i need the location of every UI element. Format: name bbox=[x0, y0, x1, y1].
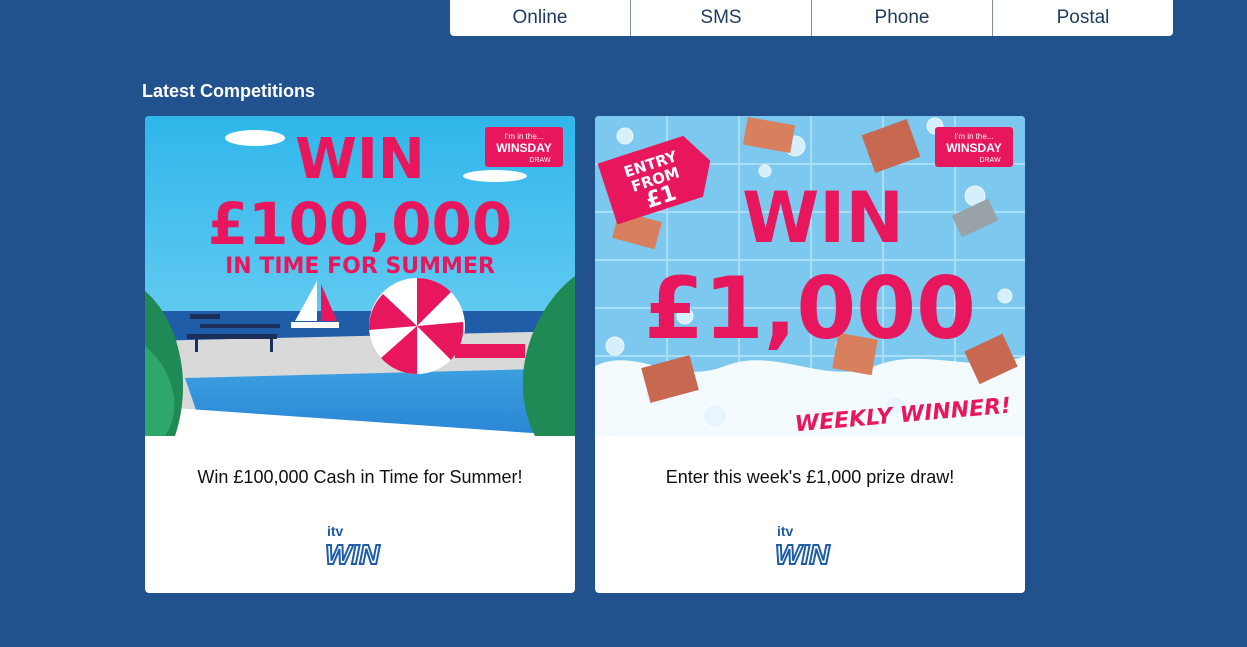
svg-text:WINSDAY: WINSDAY bbox=[946, 141, 1002, 155]
tab-phone[interactable]: Phone bbox=[812, 0, 993, 36]
competition-image-summer[interactable]: WIN £100,000 IN TIME FOR SUMMER I'm in t… bbox=[145, 116, 575, 436]
winsday-badge: I'm in the... WINSDAY DRAW bbox=[485, 127, 563, 167]
tab-postal[interactable]: Postal bbox=[993, 0, 1173, 36]
entry-method-tabs: Online SMS Phone Postal bbox=[450, 0, 1173, 36]
itv-win-logo: itv WIN bbox=[324, 522, 395, 571]
svg-text:itv: itv bbox=[327, 523, 344, 539]
svg-text:I'm in the...: I'm in the... bbox=[955, 132, 994, 141]
svg-text:WINSDAY: WINSDAY bbox=[496, 141, 552, 155]
competition-title: Win £100,000 Cash in Time for Summer! bbox=[197, 467, 523, 487]
image-amount: £100,000 bbox=[208, 190, 513, 258]
winsday-badge: I'm in the... WINSDAY DRAW bbox=[935, 127, 1013, 167]
image-tagline: IN TIME FOR SUMMER bbox=[225, 254, 495, 279]
tab-sms[interactable]: SMS bbox=[631, 0, 812, 36]
cloud-shape bbox=[463, 170, 527, 182]
itv-win-logo: itv WIN bbox=[774, 522, 845, 571]
competition-card-weekly[interactable]: ENTRY FROM £1 WIN £1,000 WEEKLY WINNER! … bbox=[595, 116, 1025, 593]
beach-umbrella bbox=[368, 277, 465, 375]
svg-text:I'm in the...: I'm in the... bbox=[505, 132, 544, 141]
svg-text:WIN: WIN bbox=[775, 539, 830, 568]
competition-title: Enter this week's £1,000 prize draw! bbox=[665, 467, 955, 487]
svg-text:DRAW: DRAW bbox=[529, 157, 551, 164]
cloud-shape bbox=[225, 130, 285, 146]
section-title: Latest Competitions bbox=[142, 81, 316, 101]
svg-text:itv: itv bbox=[777, 523, 794, 539]
svg-text:WIN: WIN bbox=[325, 539, 380, 568]
competition-card-summer[interactable]: WIN £100,000 IN TIME FOR SUMMER I'm in t… bbox=[145, 116, 575, 593]
svg-text:DRAW: DRAW bbox=[979, 157, 1001, 164]
image-headline: WIN bbox=[295, 127, 424, 192]
tab-online[interactable]: Online bbox=[450, 0, 631, 36]
beach-towel bbox=[455, 344, 525, 358]
image-amount: £1,000 bbox=[644, 259, 976, 359]
sailboat-hull bbox=[291, 322, 339, 328]
competition-image-weekly[interactable]: ENTRY FROM £1 WIN £1,000 WEEKLY WINNER! … bbox=[595, 116, 1025, 436]
image-headline: WIN bbox=[742, 177, 904, 259]
